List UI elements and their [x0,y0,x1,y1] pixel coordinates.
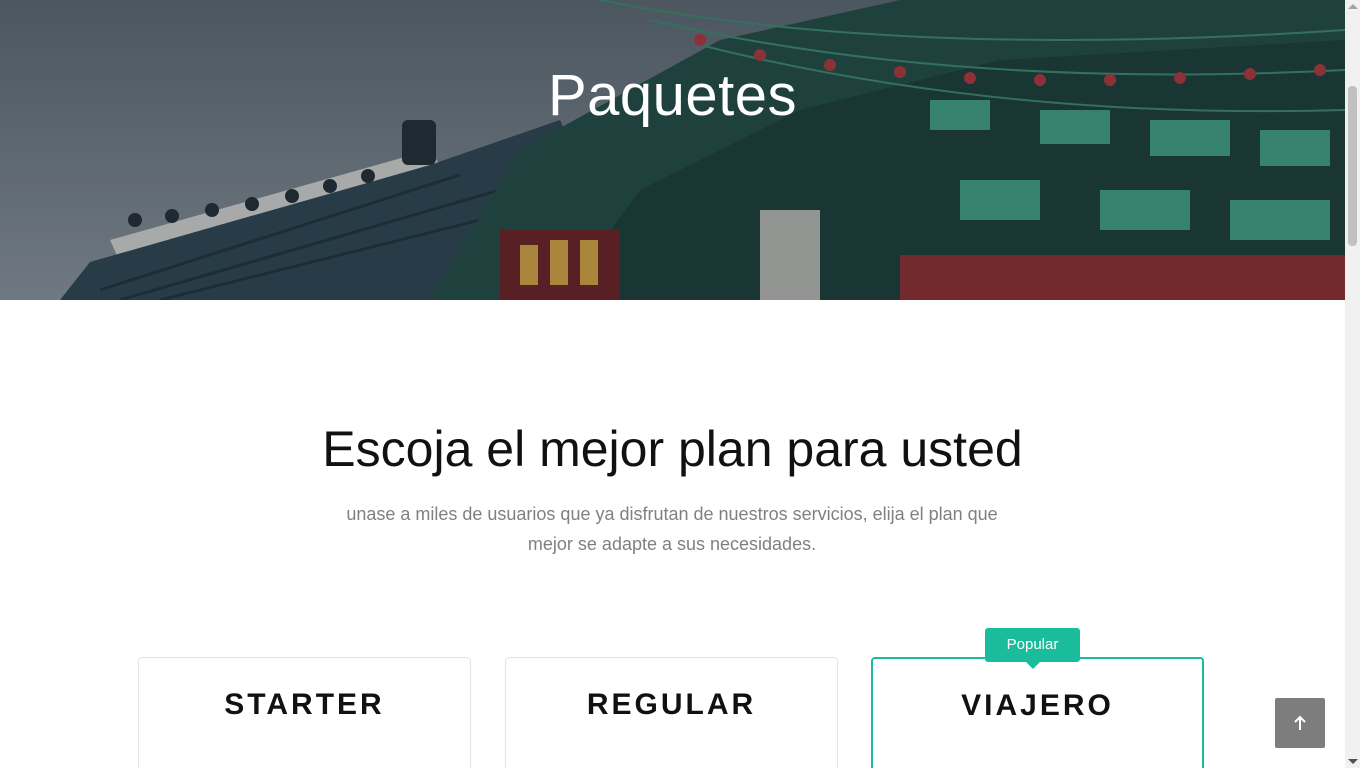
plan-title: REGULAR [586,688,757,721]
back-to-top-button[interactable] [1275,698,1325,748]
hero-overlay [0,0,1345,300]
section-title: Escoja el mejor plan para usted [322,421,1023,477]
hero-banner: Paquetes [0,0,1345,300]
scroll-up-arrow-icon[interactable] [1348,4,1358,9]
page: Paquetes Escoja el mejor plan para usted… [0,0,1345,768]
vertical-scrollbar[interactable] [1345,0,1360,768]
page-title: Paquetes [547,63,798,128]
arrow-up-icon [1294,715,1306,730]
plan-card-viajero[interactable]: VIAJERO [871,657,1204,768]
scrollbar-thumb[interactable] [1348,86,1357,246]
popular-badge: Popular [985,628,1080,669]
plan-card-regular[interactable]: REGULAR [505,657,838,768]
plan-card-starter[interactable]: STARTER [138,657,471,768]
section-subtitle: unase a miles de usuarios que ya disfrut… [346,504,998,554]
scroll-down-arrow-icon[interactable] [1348,759,1358,764]
plan-title: VIAJERO [961,689,1114,722]
plan-title: STARTER [224,688,385,721]
